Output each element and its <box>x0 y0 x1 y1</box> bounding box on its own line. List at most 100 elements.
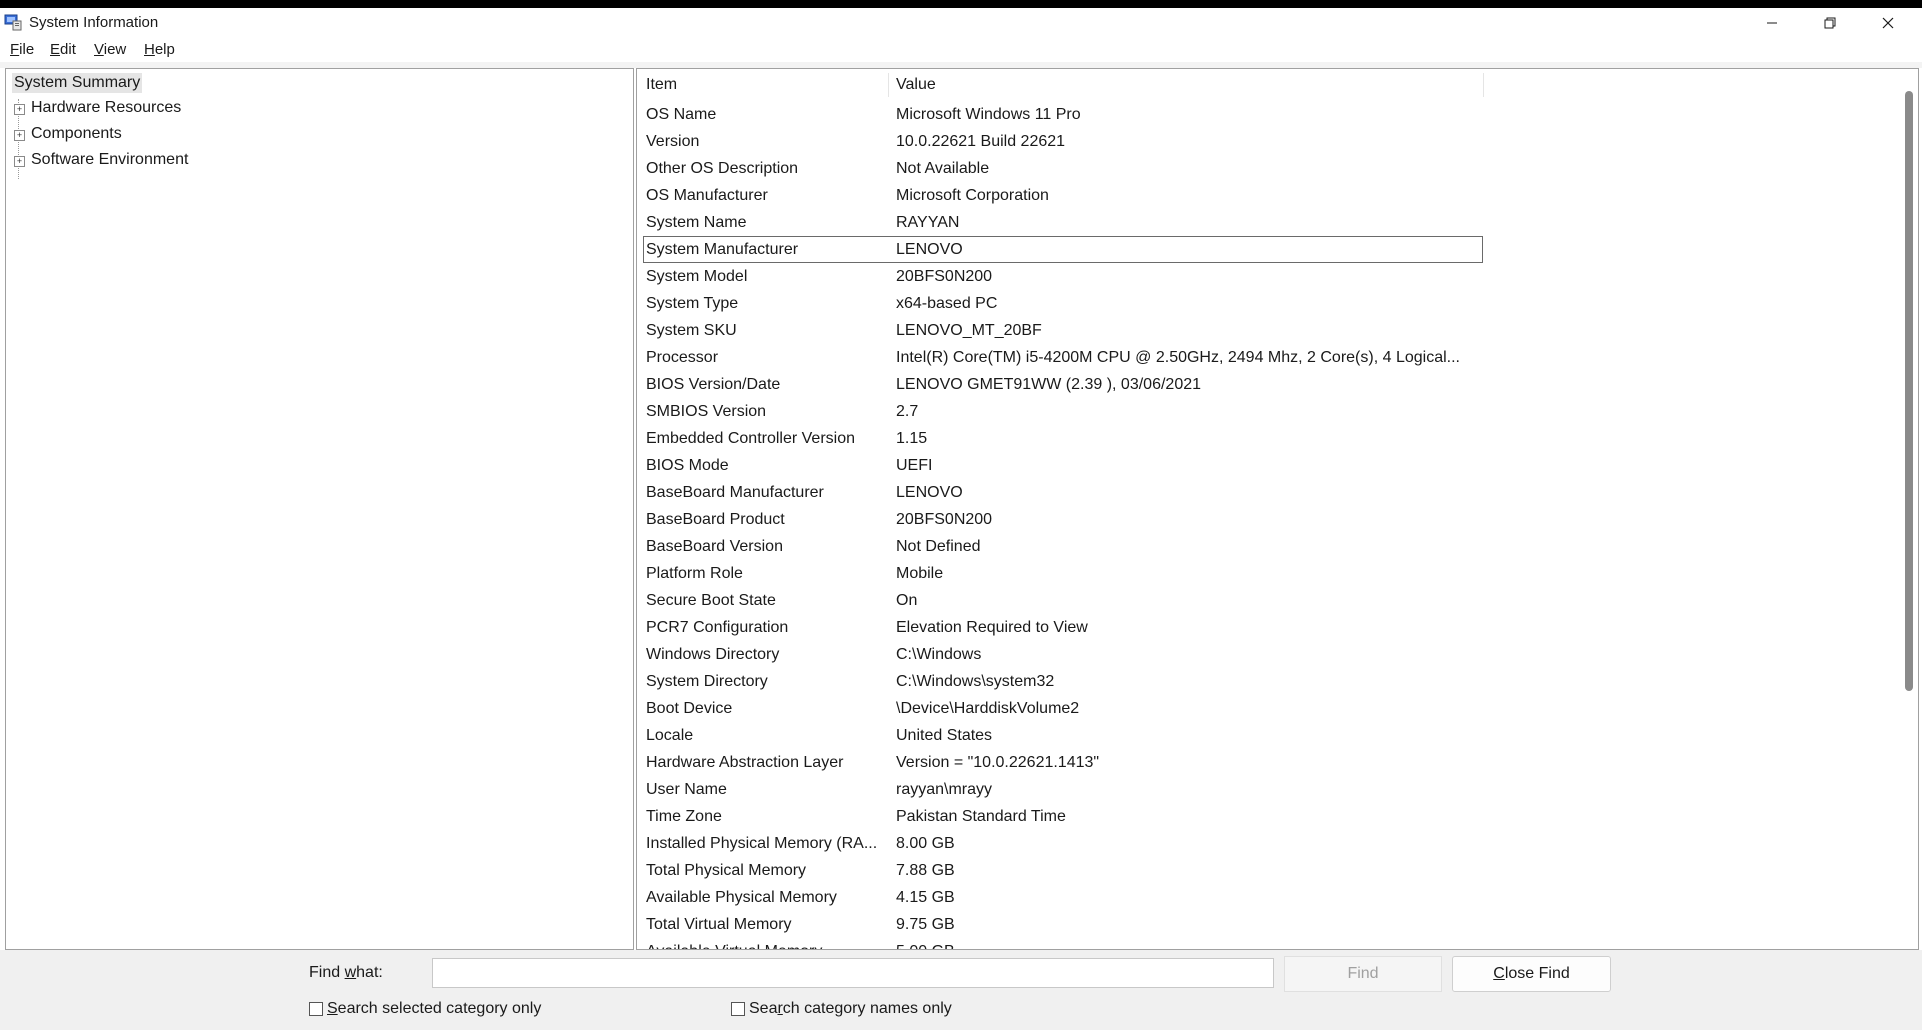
tree-item-software-environment[interactable]: Software Environment <box>31 151 188 169</box>
tree-item-system-summary[interactable]: System Summary <box>12 73 143 93</box>
table-row[interactable]: Other OS Description Not Available <box>643 155 1483 182</box>
menu-file[interactable]: File <box>10 41 34 58</box>
row-value-cell: 4.15 GB <box>896 889 955 906</box>
row-item-cell: Available Virtual Memory <box>646 938 891 949</box>
table-row[interactable]: OS Manufacturer Microsoft Corporation <box>643 182 1483 209</box>
table-row[interactable]: SMBIOS Version 2.7 <box>643 398 1483 425</box>
table-row[interactable]: Time Zone Pakistan Standard Time <box>643 803 1483 830</box>
table-row[interactable]: System Model 20BFS0N200 <box>643 263 1483 290</box>
menu-help[interactable]: Help <box>144 41 175 58</box>
row-item-cell: System Model <box>646 268 748 285</box>
column-separator[interactable] <box>1483 73 1484 97</box>
table-row[interactable]: Version 10.0.22621 Build 22621 <box>643 128 1483 155</box>
table-row[interactable]: PCR7 Configuration Elevation Required to … <box>643 614 1483 641</box>
column-header-value[interactable]: Value <box>896 73 936 97</box>
checkbox-box[interactable] <box>309 1002 323 1016</box>
checkbox-box[interactable] <box>731 1002 745 1016</box>
search-selected-category-checkbox[interactable]: Search selected category only <box>309 1000 541 1018</box>
table-row[interactable]: BIOS Mode UEFI <box>643 452 1483 479</box>
details-list[interactable]: Item Value OS Name Microsoft Windows 11 P… <box>636 68 1919 950</box>
table-row[interactable]: Locale United States <box>643 722 1483 749</box>
restore-button[interactable] <box>1801 8 1859 38</box>
table-row[interactable]: Total Virtual Memory 9.75 GB <box>643 911 1483 938</box>
table-row[interactable]: Boot Device \Device\HarddiskVolume2 <box>643 695 1483 722</box>
row-value-cell: RAYYAN <box>896 214 960 231</box>
table-row[interactable]: Available Virtual Memory 5.00 GB <box>643 938 1483 949</box>
row-value-cell: Intel(R) Core(TM) i5-4200M CPU @ 2.50GHz… <box>896 349 1460 366</box>
table-row[interactable]: Total Physical Memory 7.88 GB <box>643 857 1483 884</box>
table-row[interactable]: Hardware Abstraction Layer Version = "10.… <box>643 749 1483 776</box>
table-row[interactable]: Windows Directory C:\Windows <box>643 641 1483 668</box>
row-item-cell: BIOS Version/Date <box>646 376 781 393</box>
row-value-cell: Pakistan Standard Time <box>896 808 1066 825</box>
find-panel: Find what: Find Close Find Search select… <box>0 950 1922 1030</box>
table-row[interactable]: Processor Intel(R) Core(TM) i5-4200M CPU … <box>643 344 1483 371</box>
menu-file-accel: F <box>10 41 20 58</box>
row-value-cell: LENOVO_MT_20BF <box>896 322 1042 339</box>
scrollbar-thumb[interactable] <box>1905 91 1913 691</box>
title-bar[interactable]: System Information <box>0 8 1922 38</box>
table-row[interactable]: BaseBoard Product 20BFS0N200 <box>643 506 1483 533</box>
close-find-button[interactable]: Close Find <box>1452 956 1611 992</box>
row-value-cell: On <box>896 592 918 609</box>
restore-icon <box>1824 17 1836 29</box>
row-item-cell: Installed Physical Memory (RA... <box>646 835 878 852</box>
table-row[interactable]: Installed Physical Memory (RA... 8.00 GB <box>643 830 1483 857</box>
column-separator[interactable] <box>888 73 889 97</box>
row-item-cell: Embedded Controller Version <box>646 430 856 447</box>
row-item-cell: System SKU <box>646 322 737 339</box>
search-category-names-checkbox[interactable]: Sea r ch category names only <box>731 1000 952 1018</box>
table-row[interactable]: BaseBoard Version Not Defined <box>643 533 1483 560</box>
find-label-pre: Find <box>309 964 345 981</box>
menu-edit-accel: E <box>50 41 61 58</box>
row-item-cell: System Name <box>646 214 747 231</box>
expand-icon[interactable]: + <box>14 130 25 141</box>
table-row[interactable]: Available Physical Memory 4.15 GB <box>643 884 1483 911</box>
row-item-cell: BIOS Mode <box>646 457 729 474</box>
minimize-button[interactable] <box>1743 8 1801 38</box>
menu-edit[interactable]: Edit <box>50 41 76 58</box>
row-item-cell: Windows Directory <box>646 646 780 663</box>
close-icon <box>1882 17 1894 29</box>
tree-item-components[interactable]: Components <box>31 125 122 143</box>
table-row[interactable]: BIOS Version/Date LENOVO GMET91WW (2.39 )… <box>643 371 1483 398</box>
system-information-icon <box>4 14 22 31</box>
expand-icon[interactable]: + <box>14 156 25 167</box>
row-item-cell: BaseBoard Product <box>646 511 785 528</box>
tree-item-hardware-resources[interactable]: Hardware Resources <box>31 99 181 117</box>
category-tree[interactable]: System Summary + Hardware Resources + Co… <box>5 68 634 950</box>
row-item-cell: Other OS Description <box>646 160 799 177</box>
close-button[interactable] <box>1859 8 1917 38</box>
table-row[interactable]: OS Name Microsoft Windows 11 Pro <box>643 101 1483 128</box>
row-item-cell: Hardware Abstraction Layer <box>646 754 844 771</box>
table-row[interactable]: System Name RAYYAN <box>643 209 1483 236</box>
table-row[interactable]: BaseBoard Manufacturer LENOVO <box>643 479 1483 506</box>
table-row[interactable]: System Directory C:\Windows\system32 <box>643 668 1483 695</box>
row-item-cell: Time Zone <box>646 808 722 825</box>
table-row[interactable]: Embedded Controller Version 1.15 <box>643 425 1483 452</box>
menu-view[interactable]: View <box>94 41 126 58</box>
row-value-cell: Microsoft Windows 11 Pro <box>896 106 1081 123</box>
table-row[interactable]: Platform Role Mobile <box>643 560 1483 587</box>
find-label-post: hat: <box>356 964 383 981</box>
row-item-cell: User Name <box>646 781 727 798</box>
row-value-cell: United States <box>896 727 993 744</box>
table-row[interactable]: Secure Boot State On <box>643 587 1483 614</box>
menu-file-label: ile <box>19 41 35 58</box>
close-find-accel: C <box>1493 965 1505 982</box>
table-row[interactable]: System Manufacturer LENOVO <box>643 236 1483 263</box>
row-value-cell: LENOVO <box>896 241 963 258</box>
column-header-item[interactable]: Item <box>646 73 677 97</box>
expand-icon[interactable]: + <box>14 104 25 115</box>
table-row[interactable]: User Name rayyan\mrayy <box>643 776 1483 803</box>
find-button[interactable]: Find <box>1284 956 1442 992</box>
row-item-cell: Processor <box>646 349 719 366</box>
table-row[interactable]: System Type x64-based PC <box>643 290 1483 317</box>
row-value-cell: x64-based PC <box>896 295 998 312</box>
table-row[interactable]: System SKU LENOVO_MT_20BF <box>643 317 1483 344</box>
vertical-scrollbar[interactable] <box>1901 69 1918 949</box>
check2-label-pre: Sea <box>749 1000 778 1017</box>
row-item-cell: Platform Role <box>646 565 743 582</box>
row-item-cell: BaseBoard Manufacturer <box>646 484 824 501</box>
find-what-input[interactable] <box>432 958 1274 988</box>
